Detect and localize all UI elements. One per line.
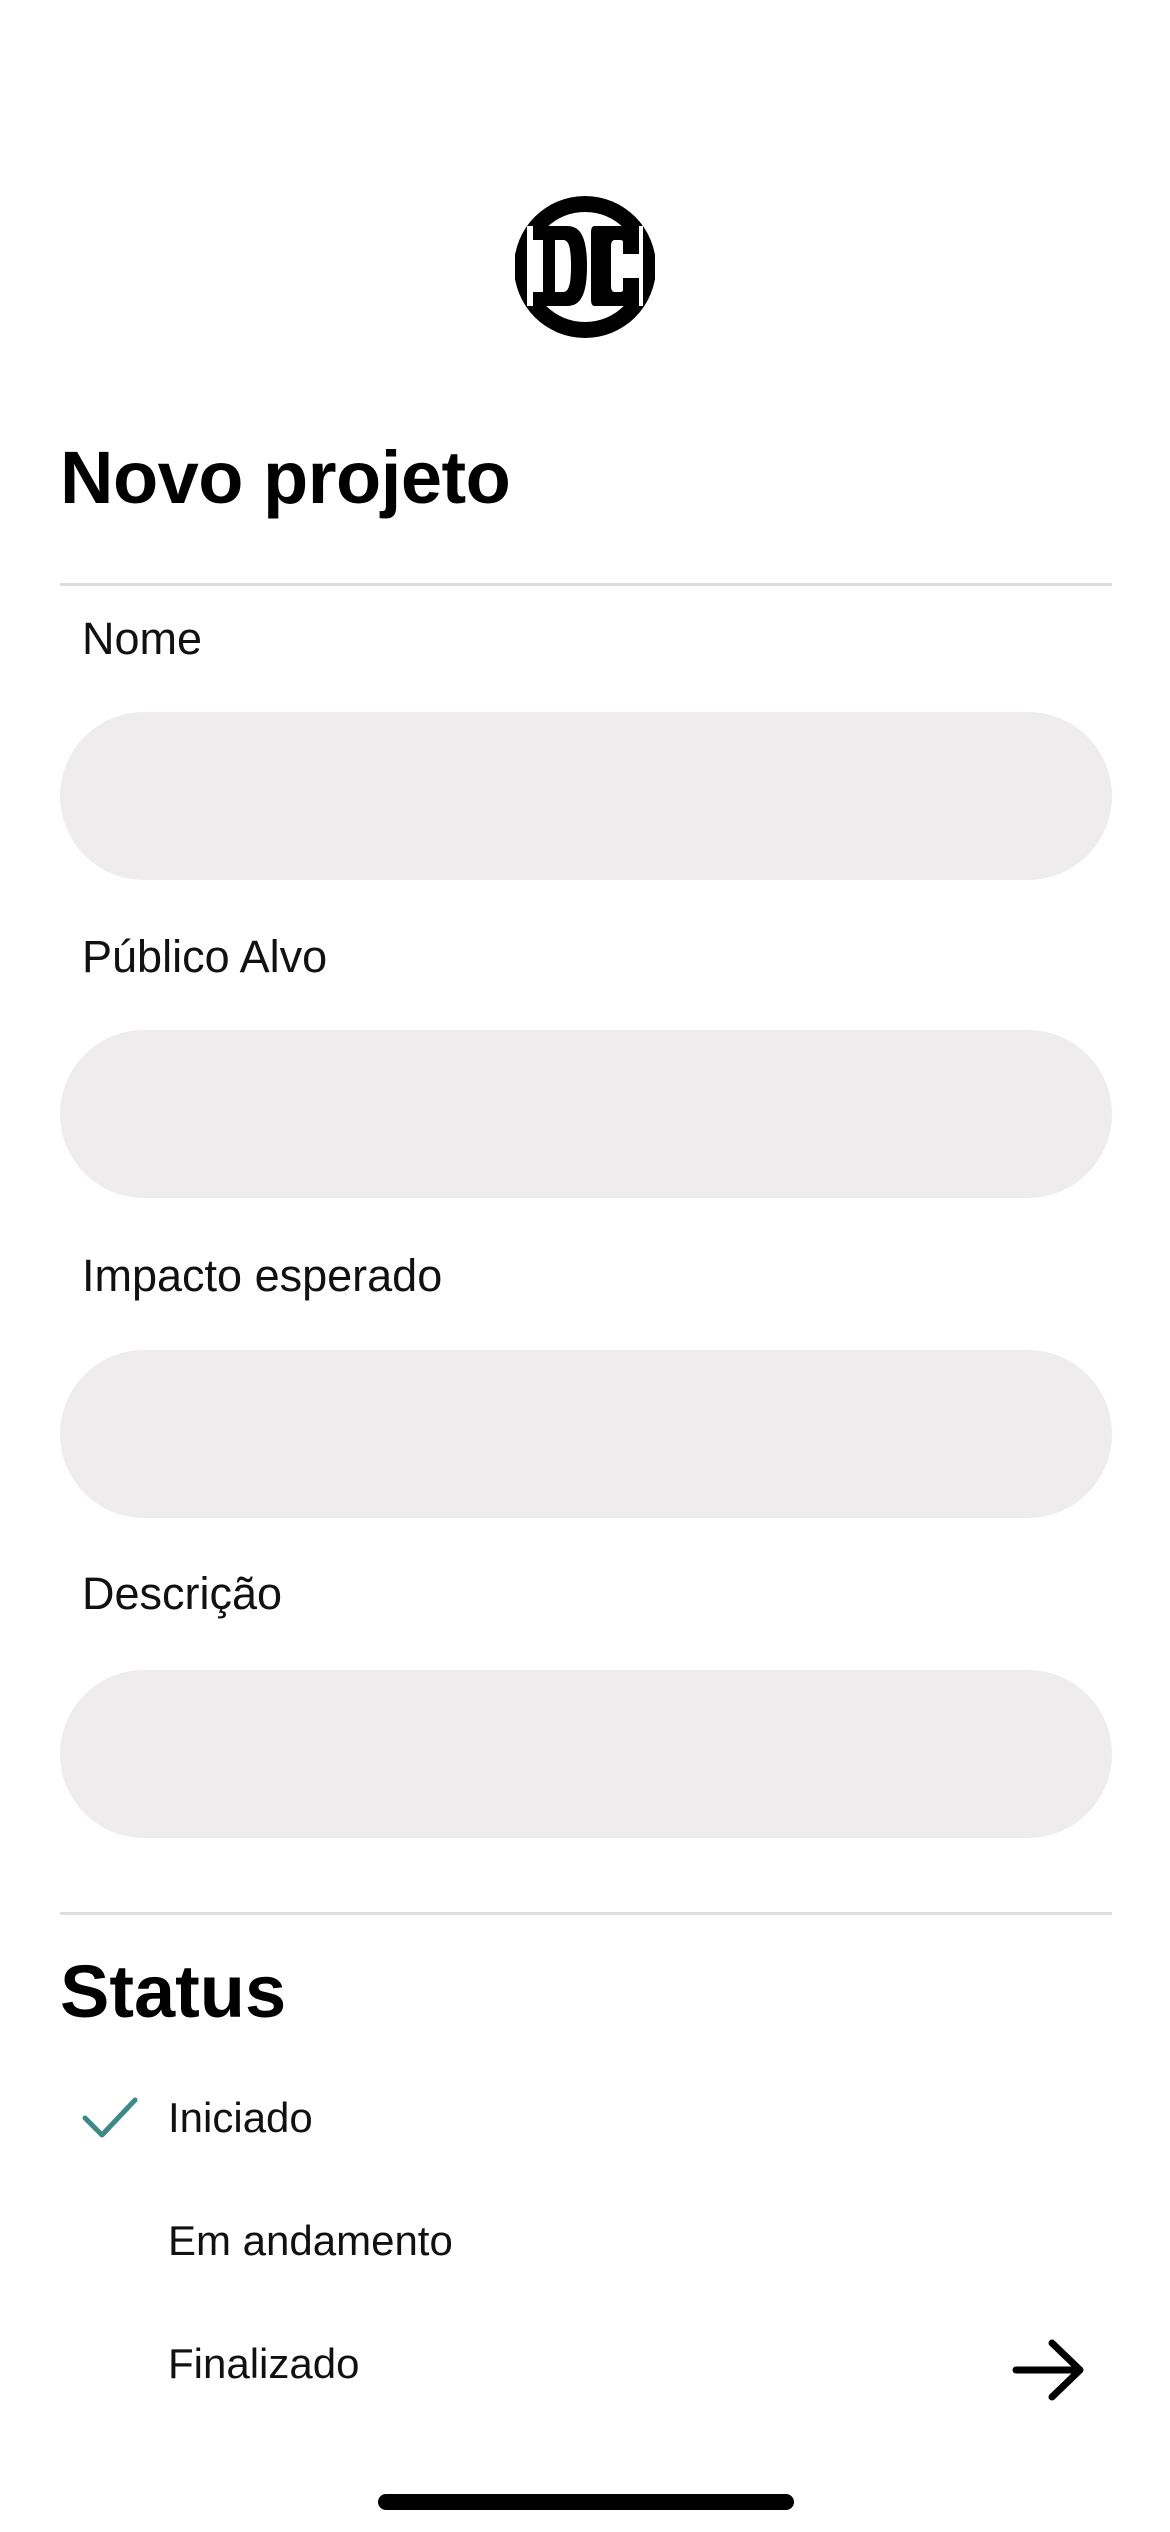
status-option-finalizado[interactable]: Finalizado: [60, 2314, 1112, 2424]
divider: [60, 1912, 1112, 1915]
status-label: Em andamento: [168, 2217, 453, 2264]
status-label: Finalizado: [168, 2340, 360, 2387]
home-indicator[interactable]: [378, 2494, 794, 2510]
field-label-nome: Nome: [82, 613, 203, 664]
status-label: Iniciado: [168, 2094, 313, 2141]
arrow-right-icon: [1012, 2339, 1084, 2401]
status-option-iniciado[interactable]: Iniciado: [60, 2068, 1112, 2178]
next-button[interactable]: [1010, 2335, 1090, 2405]
status-title: Status: [60, 1950, 287, 2033]
field-label-impacto-esperado: Impacto esperado: [82, 1250, 443, 1301]
checkmark-icon: [82, 2096, 138, 2140]
divider: [60, 583, 1112, 586]
publico-alvo-input[interactable]: [60, 1030, 1112, 1198]
dc-logo-icon: [514, 192, 656, 342]
nome-input[interactable]: [60, 712, 1112, 880]
field-label-publico-alvo: Público Alvo: [82, 931, 328, 982]
impacto-esperado-input[interactable]: [60, 1350, 1112, 1518]
status-option-em-andamento[interactable]: Em andamento: [60, 2191, 1112, 2301]
descricao-input[interactable]: [60, 1670, 1112, 1838]
page-title: Novo projeto: [60, 436, 511, 519]
field-label-descricao: Descrição: [82, 1568, 283, 1619]
